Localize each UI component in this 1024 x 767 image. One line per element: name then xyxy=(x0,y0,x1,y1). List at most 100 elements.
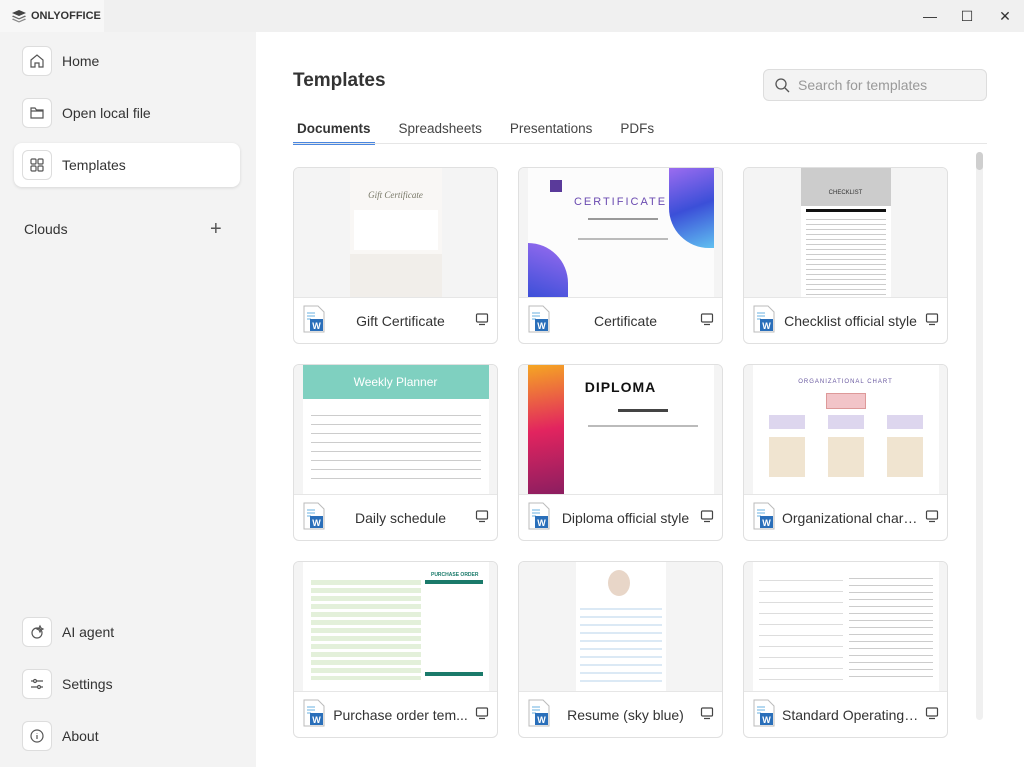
sidebar-item-label: Templates xyxy=(62,157,126,173)
preview-screen-icon[interactable] xyxy=(475,509,489,528)
app-name: ONLYOFFICE xyxy=(31,10,101,22)
template-thumbnail[interactable]: CHECKLIST xyxy=(744,168,947,298)
template-name: Certificate xyxy=(593,313,658,329)
sidebar-item-ai-agent[interactable]: AI agent xyxy=(14,610,240,654)
word-document-icon: W xyxy=(527,305,551,338)
sidebar-item-templates[interactable]: Templates xyxy=(14,143,240,187)
close-button[interactable]: ✕ xyxy=(993,6,1017,26)
template-name: Gift Certificate xyxy=(356,313,445,329)
template-name: Purchase order tem... xyxy=(333,707,468,723)
preview-screen-icon[interactable] xyxy=(925,312,939,331)
sidebar: Home Open local file Templates Clouds + … xyxy=(0,32,256,767)
add-cloud-button[interactable]: + xyxy=(210,218,222,241)
template-name: Diploma official style xyxy=(561,510,690,526)
preview-screen-icon[interactable] xyxy=(925,509,939,528)
word-document-icon: W xyxy=(302,305,326,338)
search-input[interactable]: Search for templates xyxy=(763,69,987,101)
svg-text:W: W xyxy=(312,715,321,725)
svg-text:W: W xyxy=(762,715,771,725)
thumb-title: Gift Certificate xyxy=(368,190,423,200)
thumb-title: ORGANIZATIONAL CHART xyxy=(798,379,893,385)
preview-screen-icon[interactable] xyxy=(475,706,489,725)
preview-screen-icon[interactable] xyxy=(700,312,714,331)
sidebar-item-open-local-file[interactable]: Open local file xyxy=(14,91,240,135)
template-thumbnail[interactable]: ORGANIZATIONAL CHART xyxy=(744,365,947,495)
template-card[interactable]: Weekly Planner W Daily schedule xyxy=(293,364,498,541)
settings-sliders-icon xyxy=(22,669,52,699)
template-thumbnail[interactable]: PURCHASE ORDER xyxy=(294,562,497,692)
svg-text:W: W xyxy=(762,518,771,528)
template-thumbnail[interactable] xyxy=(744,562,947,692)
sidebar-item-settings[interactable]: Settings xyxy=(14,662,240,706)
search-icon xyxy=(775,78,790,93)
ai-agent-icon xyxy=(22,617,52,647)
svg-text:W: W xyxy=(537,321,546,331)
thumb-title: Weekly Planner xyxy=(302,365,489,399)
word-document-icon: W xyxy=(527,699,551,732)
template-name: Resume (sky blue) xyxy=(567,707,684,723)
template-card[interactable]: CHECKLIST W Checklist official style xyxy=(743,167,948,344)
template-name: Standard Operating ... xyxy=(782,707,920,723)
main-content: Templates Search for templates Documents… xyxy=(256,32,1024,767)
template-thumbnail[interactable]: CERTIFICATE xyxy=(519,168,722,298)
template-card[interactable]: W Resume (sky blue) xyxy=(518,561,723,738)
sidebar-item-label: AI agent xyxy=(62,624,115,640)
tab-documents[interactable]: Documents xyxy=(293,121,375,145)
svg-text:W: W xyxy=(312,321,321,331)
template-thumbnail[interactable]: Weekly Planner xyxy=(294,365,497,495)
tab-divider xyxy=(293,143,987,144)
scrollbar[interactable] xyxy=(976,152,983,720)
word-document-icon: W xyxy=(302,699,326,732)
template-tabs: Documents Spreadsheets Presentations PDF… xyxy=(293,121,658,145)
template-card[interactable]: W Standard Operating ... xyxy=(743,561,948,738)
svg-text:W: W xyxy=(762,321,771,331)
tab-pdfs[interactable]: PDFs xyxy=(616,121,658,145)
thumb-title: CHECKLIST xyxy=(800,168,891,206)
scrollbar-thumb[interactable] xyxy=(976,152,983,170)
template-card[interactable]: ORGANIZATIONAL CHART W Organizational char… xyxy=(743,364,948,541)
sidebar-item-about[interactable]: About xyxy=(14,714,240,758)
sidebar-item-label: Open local file xyxy=(62,105,151,121)
preview-screen-icon[interactable] xyxy=(925,706,939,725)
svg-text:W: W xyxy=(537,518,546,528)
template-card[interactable]: Gift Certificate W Gift Certificate xyxy=(293,167,498,344)
template-card[interactable]: PURCHASE ORDER W Purchase order tem... xyxy=(293,561,498,738)
folder-icon xyxy=(22,98,52,128)
home-icon xyxy=(22,46,52,76)
minimize-button[interactable]: — xyxy=(918,6,942,26)
template-name: Organizational chart ... xyxy=(782,510,923,526)
word-document-icon: W xyxy=(752,305,776,338)
thumb-title: PURCHASE ORDER xyxy=(430,572,479,578)
template-thumbnail[interactable]: Gift Certificate xyxy=(294,168,497,298)
svg-text:W: W xyxy=(537,715,546,725)
template-card[interactable]: CERTIFICATE W Certificate xyxy=(518,167,723,344)
word-document-icon: W xyxy=(752,502,776,535)
word-document-icon: W xyxy=(302,502,326,535)
svg-text:W: W xyxy=(312,518,321,528)
sidebar-item-label: About xyxy=(62,728,99,744)
info-icon xyxy=(22,721,52,751)
template-thumbnail[interactable]: DIPLOMA xyxy=(519,365,722,495)
templates-grid-icon xyxy=(22,150,52,180)
thumb-title: DIPLOMA xyxy=(584,379,657,395)
title-bar: ONLYOFFICE — ☐ ✕ xyxy=(0,0,1024,32)
thumb-title: CERTIFICATE xyxy=(573,196,668,208)
tab-presentations[interactable]: Presentations xyxy=(506,121,597,145)
sidebar-item-label: Home xyxy=(62,53,100,69)
preview-screen-icon[interactable] xyxy=(700,706,714,725)
onlyoffice-logo-icon xyxy=(12,9,26,22)
preview-screen-icon[interactable] xyxy=(475,312,489,331)
sidebar-item-label: Settings xyxy=(62,676,113,692)
template-card[interactable]: DIPLOMA W Diploma official style xyxy=(518,364,723,541)
app-tab[interactable]: ONLYOFFICE xyxy=(0,0,104,32)
maximize-button[interactable]: ☐ xyxy=(955,6,979,26)
tab-spreadsheets[interactable]: Spreadsheets xyxy=(395,121,486,145)
page-title: Templates xyxy=(293,70,386,91)
template-name: Daily schedule xyxy=(354,510,447,526)
sidebar-item-home[interactable]: Home xyxy=(14,39,240,83)
search-placeholder: Search for templates xyxy=(798,77,928,93)
template-name: Checklist official style xyxy=(784,313,917,329)
template-thumbnail[interactable] xyxy=(519,562,722,692)
word-document-icon: W xyxy=(527,502,551,535)
preview-screen-icon[interactable] xyxy=(700,509,714,528)
